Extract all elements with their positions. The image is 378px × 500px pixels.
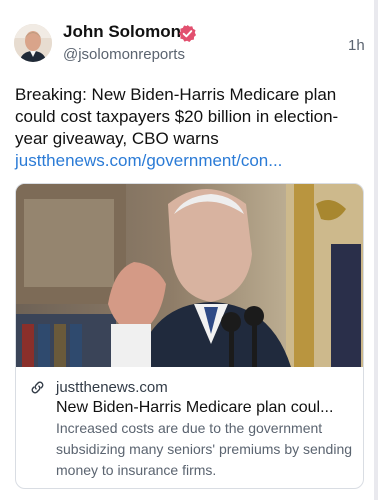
post-link[interactable]: justthenews.com/government/con... [15,150,360,172]
author-avatar[interactable] [14,24,52,62]
link-preview-card[interactable]: justthenews.com New Biden-Harris Medicar… [15,183,364,489]
author-handle[interactable]: @jsolomonreports [63,46,185,64]
link-domain: justthenews.com [56,379,168,396]
link-icon [31,381,44,394]
link-description: Increased costs are due to the governmen… [56,420,353,478]
verified-badge-icon [178,24,197,43]
post-text: Breaking: New Biden-Harris Medicare plan… [15,85,339,148]
link-preview-image[interactable] [16,184,364,367]
post-timestamp: 1h [348,37,365,54]
post-card[interactable]: John Solomon @jsolomonreports 1h Breakin… [0,0,374,500]
author-name[interactable]: John Solomon [63,22,181,42]
link-title[interactable]: New Biden-Harris Medicare plan coul... [56,398,356,418]
